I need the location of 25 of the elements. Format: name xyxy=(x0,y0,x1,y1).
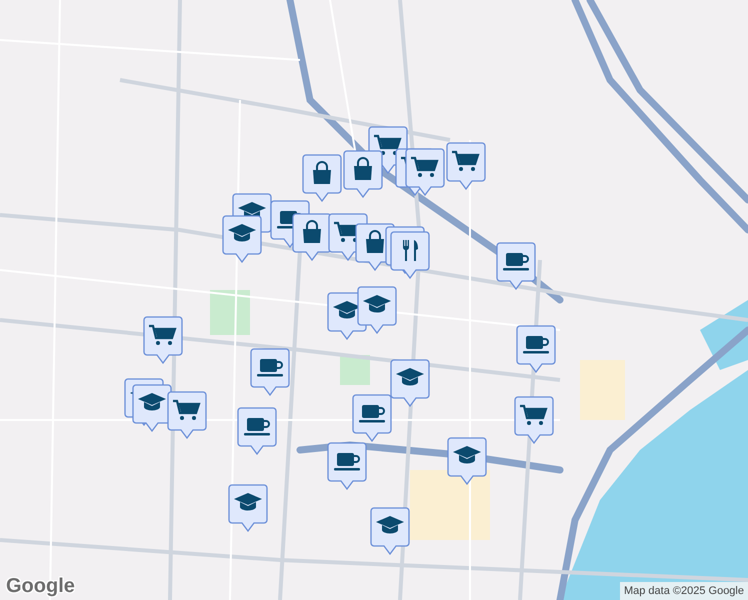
cup-marker[interactable] xyxy=(496,242,536,290)
cart-marker[interactable] xyxy=(405,148,445,196)
cart-marker[interactable] xyxy=(446,142,486,190)
graduation-cap-marker[interactable] xyxy=(370,507,410,555)
bag-marker[interactable] xyxy=(302,154,342,202)
map-attribution: Map data ©2025 Google xyxy=(620,582,748,600)
cart-marker[interactable] xyxy=(514,396,554,444)
cup-marker[interactable] xyxy=(250,348,290,396)
cup-marker[interactable] xyxy=(352,394,392,442)
cup-marker[interactable] xyxy=(516,325,556,373)
campus-area xyxy=(580,360,625,420)
cart-marker[interactable] xyxy=(143,316,183,364)
graduation-cap-marker[interactable] xyxy=(228,484,268,532)
graduation-cap-marker[interactable] xyxy=(222,215,262,263)
google-logo: Google xyxy=(6,576,75,596)
graduation-cap-marker[interactable] xyxy=(390,359,430,407)
fork-knife-marker[interactable] xyxy=(390,231,430,279)
bag-marker[interactable] xyxy=(343,150,383,198)
graduation-cap-marker[interactable] xyxy=(357,286,397,334)
cup-marker[interactable] xyxy=(237,407,277,455)
graduation-cap-marker[interactable] xyxy=(132,384,172,432)
cart-marker[interactable] xyxy=(167,391,207,439)
cup-marker[interactable] xyxy=(327,442,367,490)
park-area xyxy=(210,290,250,335)
bag-marker[interactable] xyxy=(292,213,332,261)
